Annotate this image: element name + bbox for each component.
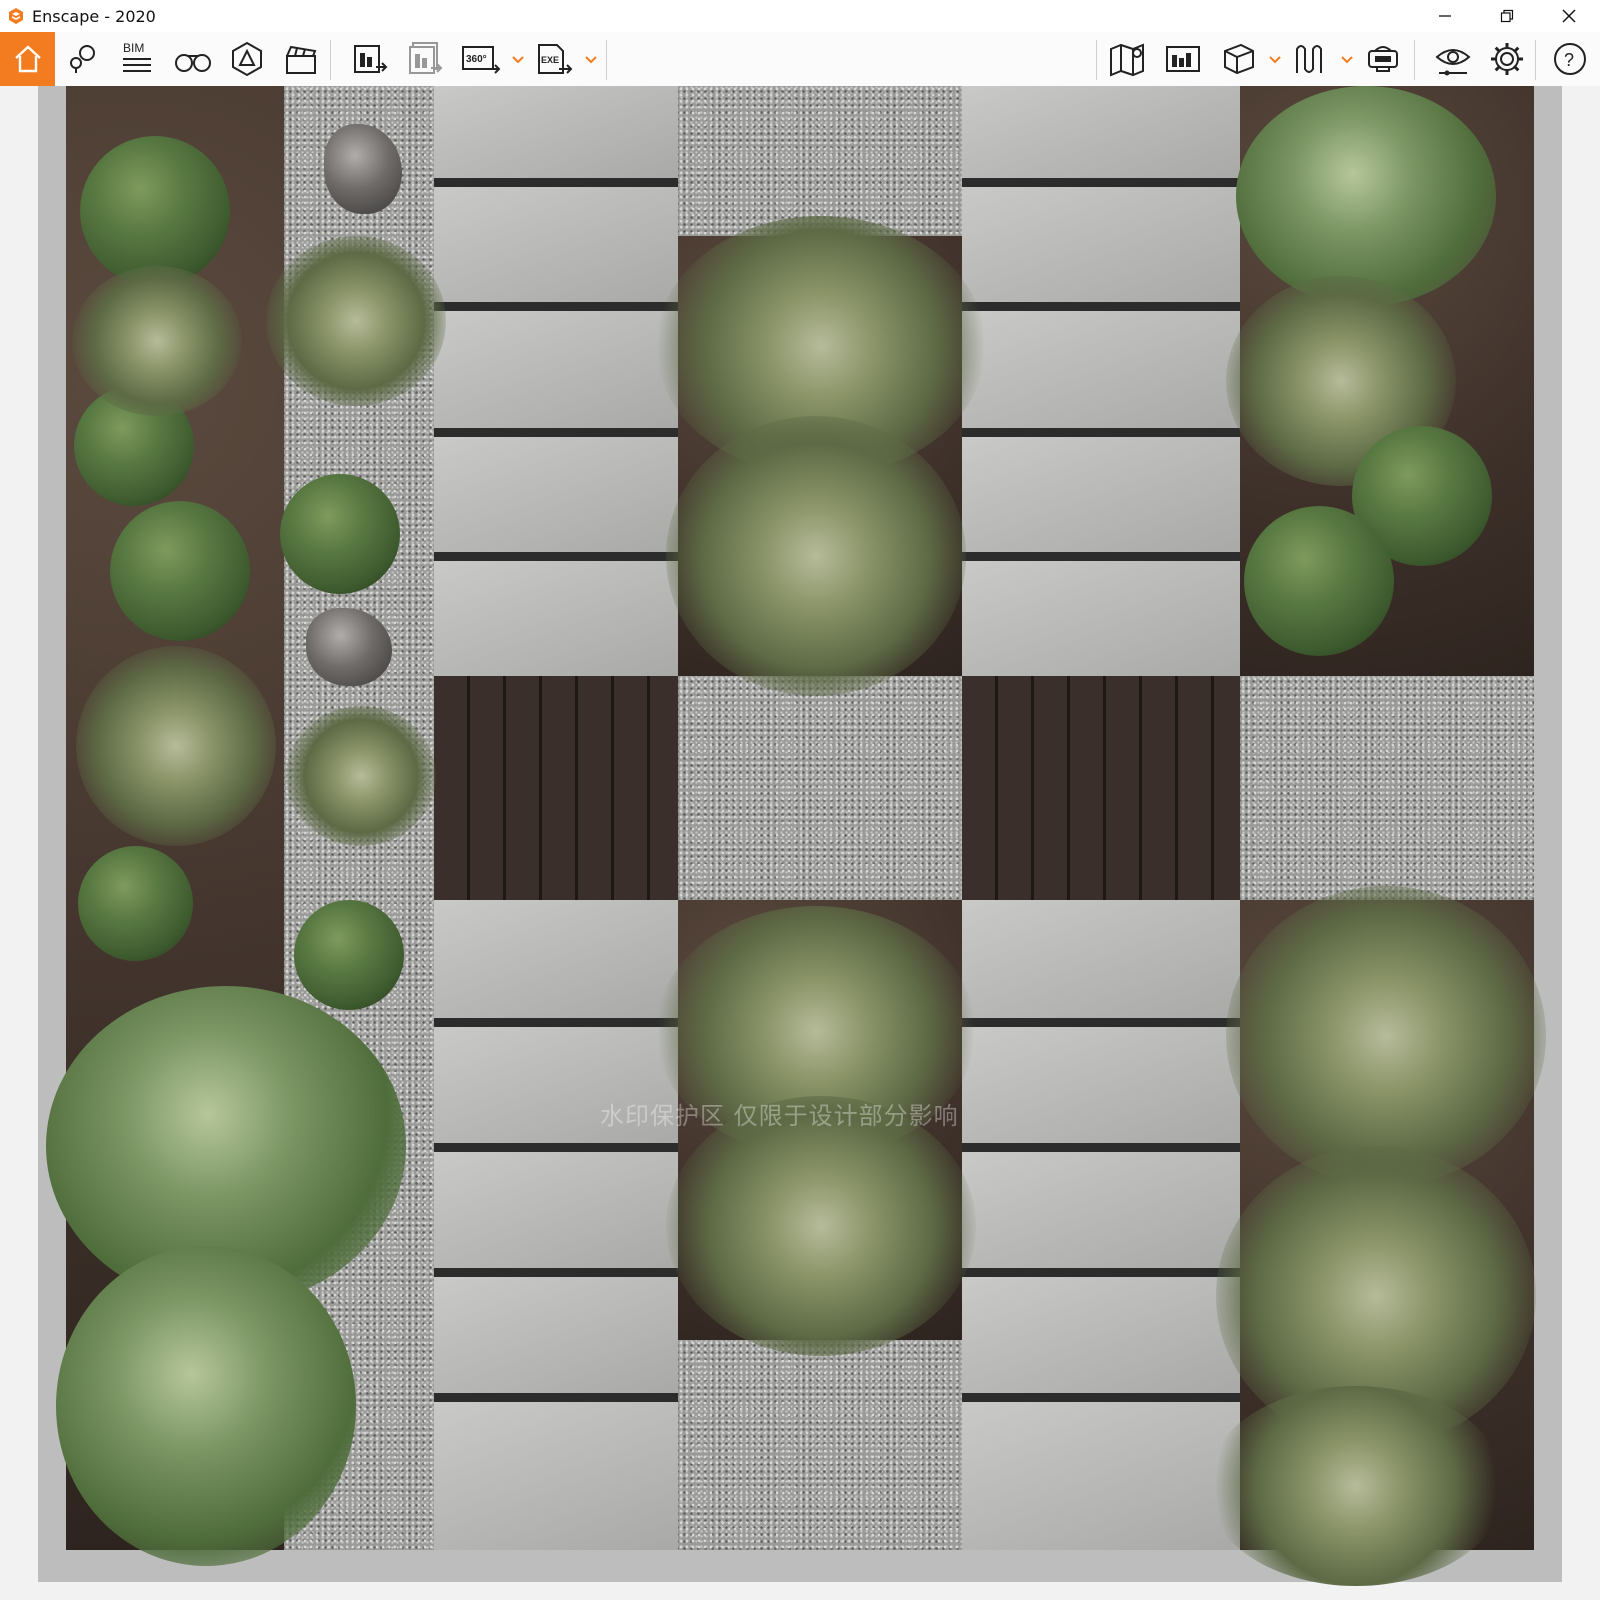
ornamental-grass xyxy=(266,236,446,406)
shrub xyxy=(80,136,230,286)
restore-icon xyxy=(1500,9,1514,23)
toolbar-separator xyxy=(330,40,331,80)
home-icon xyxy=(14,45,41,73)
panorama-360-icon: 360° xyxy=(462,46,501,74)
center-gravel-bottom xyxy=(678,1340,962,1550)
title-bar: Enscape - 2020 xyxy=(0,0,1600,32)
visual-settings-button[interactable] xyxy=(1428,32,1478,86)
vr-headset-icon xyxy=(1368,46,1398,72)
atmosphere-button[interactable] xyxy=(222,32,272,86)
minimize-icon xyxy=(1439,15,1451,17)
bim-list-icon: BIM xyxy=(123,41,151,72)
vr-headset-button[interactable] xyxy=(1358,32,1408,86)
window-title: Enscape - 2020 xyxy=(32,6,156,26)
help-icon: ? xyxy=(1554,43,1586,75)
shrub xyxy=(78,846,193,961)
ornamental-grass xyxy=(666,1096,976,1356)
panorama-dropdown-caret[interactable] xyxy=(511,52,525,66)
watermark-text: 水印保护区 仅限于设计部分影响 xyxy=(600,1102,959,1130)
center-gravel-middle xyxy=(678,676,962,900)
restore-button[interactable] xyxy=(1476,0,1538,32)
screenshot-button[interactable] xyxy=(345,32,395,86)
ornamental-grass xyxy=(666,416,966,696)
video-editor-button[interactable] xyxy=(276,32,326,86)
shrub xyxy=(1244,506,1394,656)
panorama-button[interactable]: 360° xyxy=(455,32,505,86)
walk-mode-button[interactable] xyxy=(168,32,218,86)
shrub xyxy=(110,501,250,641)
asset-library-icon xyxy=(1166,46,1200,72)
material-editor-button[interactable] xyxy=(1286,32,1336,86)
ornamental-grass xyxy=(286,706,436,846)
map-button[interactable] xyxy=(1102,32,1152,86)
enscape-logo-icon xyxy=(9,8,23,24)
export-button[interactable]: EXE xyxy=(528,32,578,86)
toolbar-separator xyxy=(1535,40,1536,80)
close-button[interactable] xyxy=(1538,0,1600,32)
minimize-button[interactable] xyxy=(1414,0,1476,32)
timber-deck-right xyxy=(962,676,1240,900)
shrub xyxy=(294,900,404,1010)
cube-icon xyxy=(1224,43,1254,75)
view-mode-dropdown-caret[interactable] xyxy=(1268,52,1282,66)
paver-column-1-top xyxy=(434,86,678,676)
render-viewport[interactable]: 水印保护区 仅限于设计部分影响 xyxy=(0,86,1600,1600)
settings-gear-icon xyxy=(1491,43,1523,75)
batch-render-button[interactable] xyxy=(400,32,450,86)
enscape-toolbar: BIM 360° EXE ? xyxy=(0,32,1600,112)
bim-info-button[interactable]: BIM xyxy=(112,32,162,86)
svg-text:BIM: BIM xyxy=(123,41,144,55)
settings-button[interactable] xyxy=(1482,32,1532,86)
export-exe-icon: EXE xyxy=(538,44,573,74)
help-button[interactable]: ? xyxy=(1545,32,1595,86)
center-gravel-top xyxy=(678,86,962,236)
paver-column-1-bottom xyxy=(434,900,678,1550)
visual-settings-icon xyxy=(1435,49,1471,76)
atmosphere-icon xyxy=(232,41,262,77)
paver-column-2-bottom xyxy=(962,900,1240,1550)
material-editor-icon xyxy=(1296,45,1322,73)
site-border xyxy=(38,86,1562,1586)
tree-canopy xyxy=(1236,86,1496,306)
close-icon xyxy=(1562,9,1576,23)
material-dropdown-caret[interactable] xyxy=(1340,52,1354,66)
right-gravel-middle xyxy=(1240,676,1534,900)
batch-render-icon xyxy=(409,42,443,74)
view-mode-button[interactable] xyxy=(1214,32,1264,86)
map-icon xyxy=(1110,43,1144,77)
ornamental-grass xyxy=(72,266,242,416)
views-button[interactable] xyxy=(58,32,108,86)
paver-column-2-top xyxy=(962,86,1240,676)
landscape-plan xyxy=(46,86,1546,1586)
render-screenshot-icon xyxy=(354,45,388,73)
svg-text:360°: 360° xyxy=(466,54,487,65)
toolbar-separator xyxy=(1414,40,1415,80)
binoculars-icon xyxy=(175,54,211,72)
toolbar-separator xyxy=(1096,40,1097,80)
ornamental-grass xyxy=(76,646,276,846)
ornamental-grass xyxy=(1206,1386,1506,1586)
tree-canopy xyxy=(56,1246,356,1566)
asset-library-button[interactable] xyxy=(1158,32,1208,86)
clapperboard-icon xyxy=(286,45,317,74)
location-pins-icon xyxy=(70,45,95,73)
shrub xyxy=(280,474,400,594)
timber-deck-left xyxy=(434,676,678,900)
export-dropdown-caret[interactable] xyxy=(584,52,598,66)
home-button[interactable] xyxy=(0,32,55,86)
svg-text:?: ? xyxy=(1564,50,1574,70)
svg-text:EXE: EXE xyxy=(541,55,559,65)
ornamental-grass xyxy=(1226,886,1546,1186)
toolbar-separator xyxy=(606,40,607,80)
